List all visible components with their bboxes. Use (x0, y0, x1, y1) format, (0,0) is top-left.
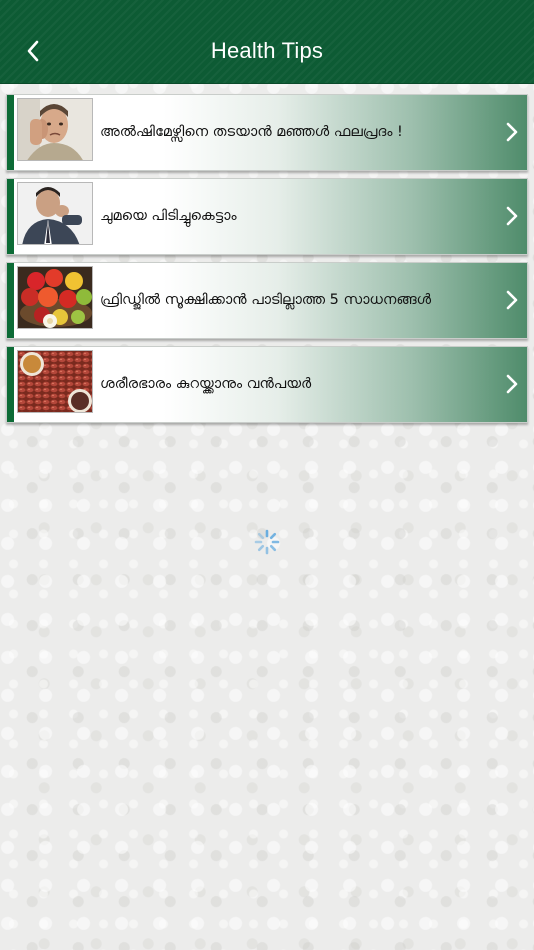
list-item[interactable]: ശരീരഭാരം കുറയ്ക്കാനും വൻപയർ (6, 346, 528, 423)
man-coughing-thumbnail (17, 182, 93, 245)
man-headache-thumbnail (17, 98, 93, 161)
item-accent-bar (7, 179, 14, 254)
list-item[interactable]: അൽഷിമേഴ്സിനെ തടയാൻ മഞ്ഞൾ ഫലപ്രദം ! (6, 94, 528, 171)
navigation-bar: Health Tips (0, 0, 534, 84)
chevron-right-icon (506, 206, 518, 226)
chevron-right-icon (506, 290, 518, 310)
loading-spinner-icon (254, 529, 280, 555)
item-accent-bar (7, 347, 14, 422)
tip-title: ശരീരഭാരം കുറയ്ക്കാനും വൻപയർ (100, 375, 312, 392)
chevron-right-icon (506, 374, 518, 394)
chevron-right-icon (506, 122, 518, 142)
fruit-basket-thumbnail (17, 266, 93, 329)
kidney-beans-thumbnail (17, 350, 93, 413)
tip-title: ചുമയെ പിടിച്ചുകെട്ടാം (100, 207, 237, 224)
item-accent-bar (7, 95, 14, 170)
item-accent-bar (7, 263, 14, 338)
tip-title: അൽഷിമേഴ്സിനെ തടയാൻ മഞ്ഞൾ ഫലപ്രദം ! (100, 123, 403, 140)
list-item[interactable]: ഫ്രിഡ്ജിൽ സൂക്ഷിക്കാൻ പാടില്ലാത്ത 5 സാധന… (6, 262, 528, 339)
page-title: Health Tips (210, 38, 324, 63)
tip-title: ഫ്രിഡ്ജിൽ സൂക്ഷിക്കാൻ പാടില്ലാത്ത 5 സാധന… (100, 291, 432, 308)
tips-list: അൽഷിമേഴ്സിനെ തടയാൻ മഞ്ഞൾ ഫലപ്രദം ! ചുമയെ… (6, 94, 528, 430)
list-item[interactable]: ചുമയെ പിടിച്ചുകെട്ടാം (6, 178, 528, 255)
